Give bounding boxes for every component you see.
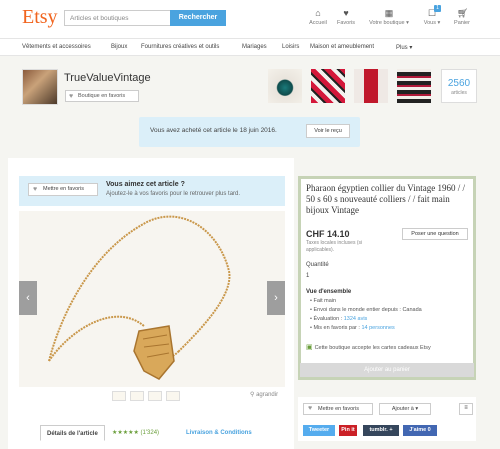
shop-icon: ▦	[384, 8, 394, 18]
favorite-item-label-2: Mettre en favoris	[318, 406, 359, 412]
nav-cart-label: Panier	[454, 20, 470, 26]
nav-home-label: Accueil	[309, 20, 327, 26]
tweet-button[interactable]: Tweeter	[303, 425, 335, 436]
nav-your-shop-label: Votre boutique ▾	[369, 20, 409, 26]
overview-item: • Fait main	[310, 298, 337, 304]
cart-icon: 🛒︎	[457, 8, 469, 18]
zoom-link[interactable]: ⚲ agrandir	[250, 391, 278, 398]
shop-name[interactable]: TrueValueVintage	[64, 72, 151, 84]
add-to-list-button[interactable]: Ajouter à ▾	[379, 403, 431, 415]
tab-shipping[interactable]: Livraison & Conditions	[180, 425, 258, 441]
gift-card-text: Cette boutique accepte les cartes cadeau…	[314, 345, 431, 351]
overview-title: Vue d'ensemble	[306, 289, 352, 295]
category-craft-supplies[interactable]: Fournitures créatives et outils	[141, 44, 219, 50]
favorite-item-button-2[interactable]: ♥ Mettre en favoris	[303, 403, 373, 415]
etsy-logo[interactable]: Etsy	[22, 6, 58, 29]
listing-title: Pharaon égyptien collier du Vintage 1960…	[306, 183, 466, 215]
nav-favorites-label: Favoris	[336, 20, 356, 26]
favorite-subtext: Ajoutez-le à vos favoris pour le retrouv…	[106, 191, 241, 197]
pinterest-button[interactable]: Pin it	[339, 425, 357, 436]
user-icon: ☐ 1	[427, 5, 441, 18]
favorite-item-button[interactable]: ♥ Mettre en favoris	[28, 183, 98, 196]
tab-details[interactable]: Détails de l'article	[40, 425, 105, 441]
category-nav: Vêtements et accessoires Bijoux Fournitu…	[0, 38, 500, 56]
overview-item: • Mis en favoris par : 14 personnes	[310, 325, 395, 331]
favorite-question: Vous aimez cet article ?	[106, 181, 185, 188]
shop-thumbnail[interactable]	[268, 69, 302, 103]
overview-text: Fait main	[313, 298, 337, 304]
category-home[interactable]: Maison et ameublement	[310, 44, 374, 50]
necklace-photo	[19, 211, 285, 387]
add-to-cart-button[interactable]: Ajouter au panier	[300, 363, 474, 377]
nav-you[interactable]: ☐ 1 Vous ▾	[420, 5, 444, 26]
category-clothing[interactable]: Vêtements et accessoires	[22, 44, 91, 50]
nav-you-label: Vous ▾	[423, 20, 441, 26]
heart-icon: ♥	[69, 93, 74, 100]
tab-reviews[interactable]: ★★★★★ (1'324)	[106, 425, 165, 441]
ask-question-button[interactable]: Poser une question	[402, 228, 468, 240]
nav-your-shop[interactable]: ▦ Votre boutique ▾	[366, 8, 412, 26]
tab-reviews-label: ★★★★★ (1'324)	[112, 430, 160, 436]
image-thumbnail[interactable]	[166, 391, 180, 401]
image-thumbnail[interactable]	[148, 391, 162, 401]
nav-cart[interactable]: 🛒︎ Panier	[450, 8, 474, 26]
category-jewelry[interactable]: Bijoux	[111, 44, 127, 50]
gift-icon: ▣	[306, 344, 315, 351]
favorite-shop-label: Boutique en favoris	[78, 93, 126, 99]
favorited-by-link[interactable]: 14 personnes	[361, 325, 394, 331]
search-button[interactable]: Rechercher	[170, 10, 226, 26]
shop-thumbnail[interactable]	[397, 69, 431, 103]
listing-photo[interactable]	[19, 211, 285, 387]
article-count: 2560	[447, 78, 471, 89]
favorite-shop-button[interactable]: ♥ Boutique en favoris	[65, 90, 139, 102]
facebook-like-button[interactable]: J'aime 0	[403, 425, 437, 436]
search-input[interactable]: Articles et boutiques	[64, 10, 170, 26]
shop-avatar[interactable]	[22, 69, 58, 105]
category-hobbies[interactable]: Loisirs	[282, 44, 299, 50]
category-more[interactable]: Plus ▾	[396, 44, 412, 51]
more-menu-button[interactable]: ≡	[459, 403, 473, 415]
listing-price: CHF 14.10	[306, 229, 350, 239]
zoom-label: agrandir	[256, 392, 279, 398]
heart-icon: ♥	[343, 8, 349, 18]
tumblr-button[interactable]: tumblr. +	[363, 425, 399, 436]
article-count-label: articles	[451, 90, 467, 96]
nav-home[interactable]: ⌂ Accueil	[306, 8, 330, 26]
view-receipt-button[interactable]: Voir le reçu	[306, 124, 350, 138]
reviews-link[interactable]: 1324 avis	[344, 316, 368, 322]
favorite-item-label: Mettre en favoris	[43, 186, 84, 192]
prev-image-button[interactable]: ‹	[19, 281, 37, 315]
overview-text: Envoi dans le monde entier depuis : Cana…	[313, 307, 422, 313]
shop-thumbnail[interactable]	[354, 69, 388, 103]
shop-thumbnail[interactable]	[311, 69, 345, 103]
site-header: Etsy Articles et boutiques Rechercher ⌂ …	[0, 0, 500, 38]
purchase-notice-text: Vous avez acheté cet article le 18 juin …	[150, 127, 277, 134]
taxes-note: Taxes locales incluses (si applicables).	[306, 240, 363, 253]
quantity-select[interactable]: 1	[306, 273, 309, 279]
overview-item: • Envoi dans le monde entier depuis : Ca…	[310, 307, 422, 313]
gift-card-note: ▣ Cette boutique accepte les cartes cade…	[306, 343, 431, 351]
overview-text: Mis en favoris par :	[313, 325, 362, 331]
next-image-button[interactable]: ›	[267, 281, 285, 315]
heart-icon: ♥	[33, 186, 38, 193]
notification-badge: 1	[434, 5, 441, 12]
heart-icon: ♥	[308, 405, 313, 412]
home-icon: ⌂	[315, 8, 321, 18]
nav-favorites[interactable]: ♥ Favoris	[334, 8, 358, 26]
quantity-label: Quantité	[306, 262, 329, 268]
image-thumbnail[interactable]	[130, 391, 144, 401]
article-count-box[interactable]: 2560 articles	[441, 69, 477, 103]
category-weddings[interactable]: Mariages	[242, 44, 267, 50]
purchase-notice: Vous avez acheté cet article le 18 juin …	[139, 117, 360, 147]
overview-text: Évaluation :	[313, 316, 344, 322]
overview-item: • Évaluation : 1324 avis	[310, 316, 368, 322]
image-thumbnail[interactable]	[112, 391, 126, 401]
